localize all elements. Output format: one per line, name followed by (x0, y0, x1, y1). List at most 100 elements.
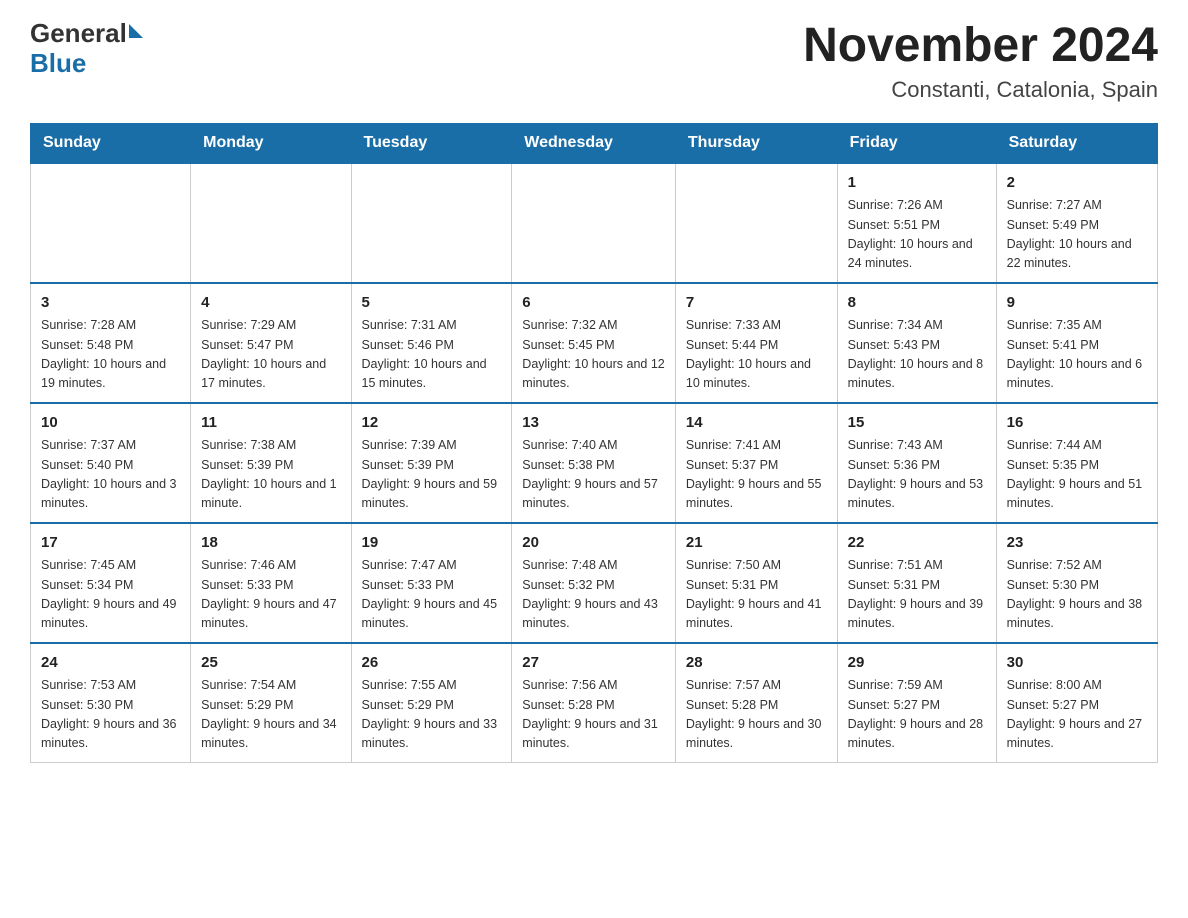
day-number: 27 (522, 652, 665, 675)
day-info: Sunrise: 7:55 AM Sunset: 5:29 PM Dayligh… (362, 676, 502, 754)
table-row: 19Sunrise: 7:47 AM Sunset: 5:33 PM Dayli… (351, 523, 512, 643)
day-info: Sunrise: 7:56 AM Sunset: 5:28 PM Dayligh… (522, 676, 665, 754)
table-row: 18Sunrise: 7:46 AM Sunset: 5:33 PM Dayli… (191, 523, 351, 643)
header-sunday: Sunday (31, 123, 191, 163)
day-number: 24 (41, 652, 180, 675)
day-number: 22 (848, 532, 986, 555)
day-info: Sunrise: 7:59 AM Sunset: 5:27 PM Dayligh… (848, 676, 986, 754)
table-row: 29Sunrise: 7:59 AM Sunset: 5:27 PM Dayli… (837, 643, 996, 763)
table-row: 28Sunrise: 7:57 AM Sunset: 5:28 PM Dayli… (675, 643, 837, 763)
table-row: 2Sunrise: 7:27 AM Sunset: 5:49 PM Daylig… (996, 163, 1157, 283)
table-row: 5Sunrise: 7:31 AM Sunset: 5:46 PM Daylig… (351, 283, 512, 403)
day-info: Sunrise: 7:50 AM Sunset: 5:31 PM Dayligh… (686, 556, 827, 634)
header-thursday: Thursday (675, 123, 837, 163)
table-row: 24Sunrise: 7:53 AM Sunset: 5:30 PM Dayli… (31, 643, 191, 763)
day-info: Sunrise: 7:34 AM Sunset: 5:43 PM Dayligh… (848, 316, 986, 394)
header-monday: Monday (191, 123, 351, 163)
day-info: Sunrise: 7:27 AM Sunset: 5:49 PM Dayligh… (1007, 196, 1147, 274)
day-number: 14 (686, 412, 827, 435)
day-info: Sunrise: 7:54 AM Sunset: 5:29 PM Dayligh… (201, 676, 340, 754)
table-row: 23Sunrise: 7:52 AM Sunset: 5:30 PM Dayli… (996, 523, 1157, 643)
header-tuesday: Tuesday (351, 123, 512, 163)
table-row (675, 163, 837, 283)
calendar-week-row: 1Sunrise: 7:26 AM Sunset: 5:51 PM Daylig… (31, 163, 1158, 283)
table-row: 9Sunrise: 7:35 AM Sunset: 5:41 PM Daylig… (996, 283, 1157, 403)
day-info: Sunrise: 7:33 AM Sunset: 5:44 PM Dayligh… (686, 316, 827, 394)
day-info: Sunrise: 7:35 AM Sunset: 5:41 PM Dayligh… (1007, 316, 1147, 394)
logo-arrow-icon (129, 24, 143, 38)
day-info: Sunrise: 7:51 AM Sunset: 5:31 PM Dayligh… (848, 556, 986, 634)
day-info: Sunrise: 8:00 AM Sunset: 5:27 PM Dayligh… (1007, 676, 1147, 754)
table-row (31, 163, 191, 283)
day-info: Sunrise: 7:26 AM Sunset: 5:51 PM Dayligh… (848, 196, 986, 274)
table-row: 13Sunrise: 7:40 AM Sunset: 5:38 PM Dayli… (512, 403, 676, 523)
day-number: 15 (848, 412, 986, 435)
day-info: Sunrise: 7:57 AM Sunset: 5:28 PM Dayligh… (686, 676, 827, 754)
table-row: 27Sunrise: 7:56 AM Sunset: 5:28 PM Dayli… (512, 643, 676, 763)
table-row: 26Sunrise: 7:55 AM Sunset: 5:29 PM Dayli… (351, 643, 512, 763)
day-number: 25 (201, 652, 340, 675)
day-number: 9 (1007, 292, 1147, 315)
table-row: 8Sunrise: 7:34 AM Sunset: 5:43 PM Daylig… (837, 283, 996, 403)
table-row (512, 163, 676, 283)
table-row: 3Sunrise: 7:28 AM Sunset: 5:48 PM Daylig… (31, 283, 191, 403)
header-saturday: Saturday (996, 123, 1157, 163)
calendar-week-row: 3Sunrise: 7:28 AM Sunset: 5:48 PM Daylig… (31, 283, 1158, 403)
table-row: 12Sunrise: 7:39 AM Sunset: 5:39 PM Dayli… (351, 403, 512, 523)
day-info: Sunrise: 7:41 AM Sunset: 5:37 PM Dayligh… (686, 436, 827, 514)
table-row: 22Sunrise: 7:51 AM Sunset: 5:31 PM Dayli… (837, 523, 996, 643)
day-info: Sunrise: 7:52 AM Sunset: 5:30 PM Dayligh… (1007, 556, 1147, 634)
day-number: 19 (362, 532, 502, 555)
day-info: Sunrise: 7:31 AM Sunset: 5:46 PM Dayligh… (362, 316, 502, 394)
calendar-title: November 2024 (803, 20, 1158, 73)
table-row: 16Sunrise: 7:44 AM Sunset: 5:35 PM Dayli… (996, 403, 1157, 523)
page-header: General Blue November 2024 Constanti, Ca… (30, 20, 1158, 103)
day-number: 30 (1007, 652, 1147, 675)
table-row: 14Sunrise: 7:41 AM Sunset: 5:37 PM Dayli… (675, 403, 837, 523)
day-number: 26 (362, 652, 502, 675)
day-number: 17 (41, 532, 180, 555)
logo: General Blue (30, 20, 143, 79)
day-info: Sunrise: 7:37 AM Sunset: 5:40 PM Dayligh… (41, 436, 180, 514)
day-info: Sunrise: 7:44 AM Sunset: 5:35 PM Dayligh… (1007, 436, 1147, 514)
table-row (191, 163, 351, 283)
day-number: 20 (522, 532, 665, 555)
day-number: 12 (362, 412, 502, 435)
day-number: 7 (686, 292, 827, 315)
day-number: 28 (686, 652, 827, 675)
day-number: 13 (522, 412, 665, 435)
table-row: 25Sunrise: 7:54 AM Sunset: 5:29 PM Dayli… (191, 643, 351, 763)
table-row: 30Sunrise: 8:00 AM Sunset: 5:27 PM Dayli… (996, 643, 1157, 763)
header-wednesday: Wednesday (512, 123, 676, 163)
day-info: Sunrise: 7:48 AM Sunset: 5:32 PM Dayligh… (522, 556, 665, 634)
day-info: Sunrise: 7:29 AM Sunset: 5:47 PM Dayligh… (201, 316, 340, 394)
table-row: 6Sunrise: 7:32 AM Sunset: 5:45 PM Daylig… (512, 283, 676, 403)
table-row: 20Sunrise: 7:48 AM Sunset: 5:32 PM Dayli… (512, 523, 676, 643)
day-number: 21 (686, 532, 827, 555)
day-number: 11 (201, 412, 340, 435)
table-row: 4Sunrise: 7:29 AM Sunset: 5:47 PM Daylig… (191, 283, 351, 403)
day-info: Sunrise: 7:39 AM Sunset: 5:39 PM Dayligh… (362, 436, 502, 514)
day-number: 23 (1007, 532, 1147, 555)
day-number: 16 (1007, 412, 1147, 435)
day-info: Sunrise: 7:38 AM Sunset: 5:39 PM Dayligh… (201, 436, 340, 514)
day-number: 4 (201, 292, 340, 315)
calendar-subtitle: Constanti, Catalonia, Spain (803, 77, 1158, 103)
day-info: Sunrise: 7:40 AM Sunset: 5:38 PM Dayligh… (522, 436, 665, 514)
calendar-week-row: 10Sunrise: 7:37 AM Sunset: 5:40 PM Dayli… (31, 403, 1158, 523)
title-section: November 2024 Constanti, Catalonia, Spai… (803, 20, 1158, 103)
calendar-table: Sunday Monday Tuesday Wednesday Thursday… (30, 123, 1158, 763)
day-info: Sunrise: 7:45 AM Sunset: 5:34 PM Dayligh… (41, 556, 180, 634)
table-row: 21Sunrise: 7:50 AM Sunset: 5:31 PM Dayli… (675, 523, 837, 643)
day-info: Sunrise: 7:46 AM Sunset: 5:33 PM Dayligh… (201, 556, 340, 634)
weekday-header-row: Sunday Monday Tuesday Wednesday Thursday… (31, 123, 1158, 163)
table-row: 17Sunrise: 7:45 AM Sunset: 5:34 PM Dayli… (31, 523, 191, 643)
day-info: Sunrise: 7:43 AM Sunset: 5:36 PM Dayligh… (848, 436, 986, 514)
table-row: 15Sunrise: 7:43 AM Sunset: 5:36 PM Dayli… (837, 403, 996, 523)
day-number: 10 (41, 412, 180, 435)
day-info: Sunrise: 7:47 AM Sunset: 5:33 PM Dayligh… (362, 556, 502, 634)
day-number: 5 (362, 292, 502, 315)
calendar-week-row: 17Sunrise: 7:45 AM Sunset: 5:34 PM Dayli… (31, 523, 1158, 643)
logo-general-text: General (30, 20, 127, 46)
table-row: 10Sunrise: 7:37 AM Sunset: 5:40 PM Dayli… (31, 403, 191, 523)
